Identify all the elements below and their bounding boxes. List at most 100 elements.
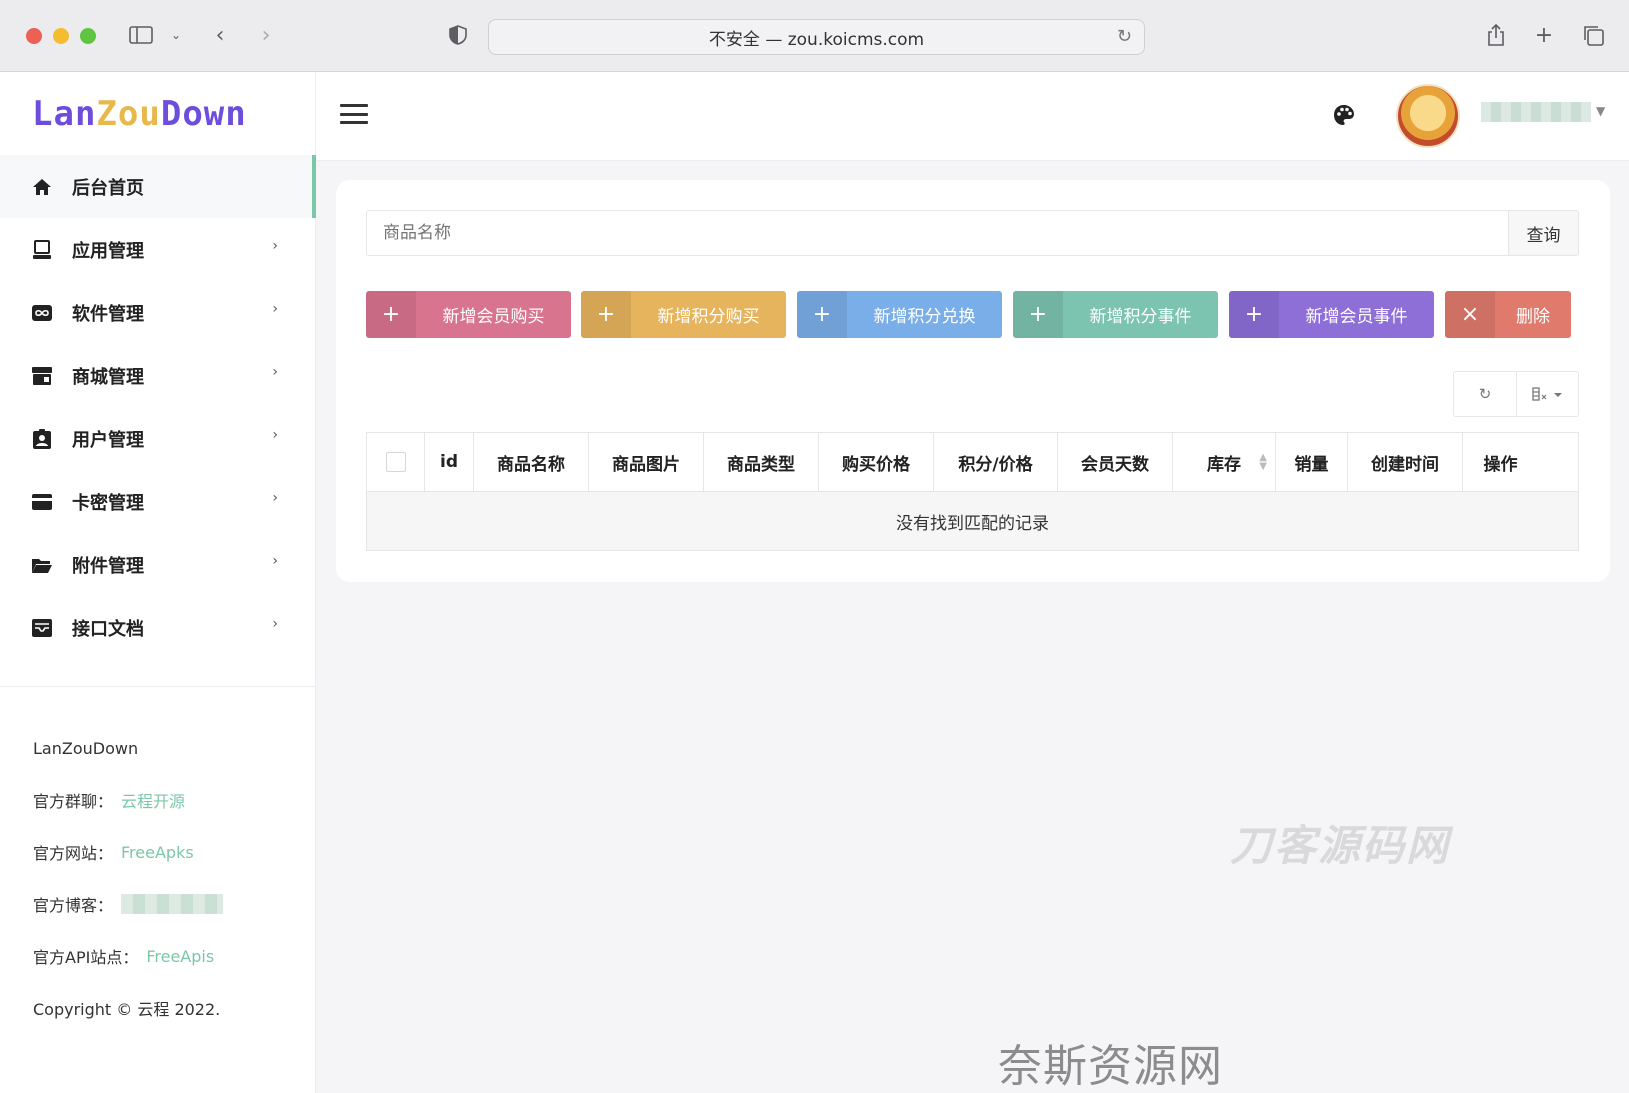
close-icon: × bbox=[1445, 291, 1495, 338]
plus-icon: + bbox=[797, 291, 847, 338]
chevron-right-icon: › bbox=[272, 238, 278, 254]
column-header[interactable]: id bbox=[425, 433, 474, 491]
column-header[interactable]: 购买价格 bbox=[819, 433, 934, 491]
minimize-window-button[interactable] bbox=[53, 28, 69, 44]
column-header-sortable[interactable]: 库存 ▲ ▼ bbox=[1173, 433, 1276, 491]
column-header[interactable]: 商品名称 bbox=[474, 433, 589, 491]
privacy-shield-icon[interactable] bbox=[446, 20, 470, 50]
column-header[interactable]: 商品图片 bbox=[589, 433, 704, 491]
folder-icon bbox=[32, 555, 52, 575]
user-badge-icon bbox=[32, 428, 52, 449]
column-header[interactable]: 商品类型 bbox=[704, 433, 819, 491]
sort-icon: ▲ ▼ bbox=[1259, 452, 1267, 472]
close-window-button[interactable] bbox=[26, 28, 42, 44]
chevron-right-icon: › bbox=[272, 427, 278, 443]
palette-icon[interactable] bbox=[1332, 103, 1356, 133]
store-icon bbox=[32, 366, 52, 386]
column-header-label: 库存 bbox=[1207, 454, 1241, 475]
new-tab-icon[interactable]: + bbox=[1532, 20, 1556, 50]
plus-icon: + bbox=[1013, 291, 1063, 338]
home-icon bbox=[32, 177, 52, 197]
sidebar-item-apps[interactable]: 应用管理 › bbox=[0, 218, 316, 281]
sidebar-item-label: 商城管理 bbox=[72, 366, 144, 388]
infinity-icon bbox=[32, 303, 52, 323]
add-points-purchase-button[interactable]: + 新增积分购买 bbox=[581, 291, 786, 338]
back-icon[interactable]: ‹ bbox=[208, 20, 232, 50]
menu-toggle-icon[interactable] bbox=[340, 104, 368, 124]
add-points-exchange-button[interactable]: + 新增积分兑换 bbox=[797, 291, 1002, 338]
address-bar[interactable]: 不安全 — zou.koicms.com ↻ bbox=[488, 19, 1145, 55]
table-toolbar: ↻ bbox=[1453, 371, 1579, 417]
select-all-checkbox[interactable] bbox=[385, 452, 406, 472]
plus-icon: + bbox=[581, 291, 631, 338]
sidebar-item-label: 应用管理 bbox=[72, 240, 144, 262]
search-input[interactable] bbox=[366, 210, 1509, 256]
footer-api-link[interactable]: FreeApis bbox=[146, 947, 214, 966]
button-label: 新增积分事件 bbox=[1089, 307, 1192, 327]
logo-text-down: Down bbox=[160, 94, 247, 134]
sidebar-item-store[interactable]: 商城管理 › bbox=[0, 344, 316, 407]
button-label: 新增积分购买 bbox=[657, 307, 760, 327]
sidebar-item-label: 卡密管理 bbox=[72, 492, 144, 514]
footer-copyright: Copyright © 云程 2022. bbox=[33, 1000, 221, 1019]
forward-icon[interactable]: › bbox=[254, 20, 278, 50]
table-header: id 商品名称 商品图片 商品类型 购买价格 积分/价格 会员天数 库存 ▲ ▼ … bbox=[367, 433, 1578, 492]
sidebar-item-label: 后台首页 bbox=[72, 177, 144, 199]
footer-blog-link-redacted[interactable] bbox=[121, 894, 224, 914]
avatar[interactable] bbox=[1396, 84, 1460, 148]
column-header: 操作 bbox=[1483, 454, 1518, 475]
sidebar-item-dashboard[interactable]: 后台首页 bbox=[0, 155, 316, 218]
sidebar-item-label: 软件管理 bbox=[72, 303, 144, 325]
sidebar-item-cards[interactable]: 卡密管理 › bbox=[0, 470, 316, 533]
footer-api-label: 官方API站点： bbox=[33, 948, 139, 967]
logo[interactable]: LanZouDown bbox=[32, 94, 247, 134]
watermark-center: 刀客源码网 bbox=[1230, 821, 1451, 870]
username-redacted[interactable] bbox=[1481, 102, 1591, 122]
monitor-icon bbox=[32, 239, 52, 260]
column-header[interactable]: 销量 bbox=[1276, 433, 1348, 491]
sidebar-item-users[interactable]: 用户管理 › bbox=[0, 407, 316, 470]
button-label: 新增积分兑换 bbox=[873, 307, 976, 327]
button-label: 删除 bbox=[1516, 307, 1550, 327]
logo-text-zou: Zou bbox=[96, 94, 161, 134]
footer-site-link[interactable]: FreeApks bbox=[121, 843, 194, 862]
footer-group-link[interactable]: 云程开源 bbox=[121, 788, 185, 812]
chevron-right-icon: › bbox=[272, 553, 278, 569]
footer-brand: LanZouDown bbox=[33, 738, 139, 758]
add-member-purchase-button[interactable]: + 新增会员购买 bbox=[366, 291, 571, 338]
refresh-icon[interactable]: ↻ bbox=[1454, 372, 1516, 416]
column-header[interactable]: 会员天数 bbox=[1058, 433, 1173, 491]
sidebar-toggle-icon[interactable] bbox=[126, 20, 156, 50]
chevron-down-icon[interactable]: ⌄ bbox=[166, 20, 186, 50]
sidebar-item-software[interactable]: 软件管理 › bbox=[0, 281, 316, 344]
column-header[interactable]: 创建时间 bbox=[1348, 433, 1463, 491]
inbox-icon bbox=[32, 618, 52, 638]
share-icon[interactable] bbox=[1484, 20, 1508, 50]
top-header: ▼ bbox=[316, 72, 1629, 161]
caret-down-icon[interactable]: ▼ bbox=[1596, 104, 1605, 118]
search-button[interactable]: 查询 bbox=[1509, 210, 1579, 256]
chevron-right-icon: › bbox=[272, 301, 278, 317]
sidebar-item-label: 用户管理 bbox=[72, 429, 144, 451]
sidebar-divider bbox=[0, 686, 316, 687]
column-header[interactable]: 积分/价格 bbox=[934, 433, 1058, 491]
zoom-window-button[interactable] bbox=[80, 28, 96, 44]
tab-overview-icon[interactable] bbox=[1580, 20, 1606, 50]
columns-toggle-icon[interactable] bbox=[1516, 372, 1578, 416]
browser-toolbar: ⌄ ‹ › 不安全 — zou.koicms.com ↻ + bbox=[0, 0, 1629, 72]
select-all-cell bbox=[367, 433, 425, 491]
footer-group-label: 官方群聊： bbox=[33, 792, 114, 811]
sidebar-item-api-docs[interactable]: 接口文档 › bbox=[0, 596, 316, 659]
delete-button[interactable]: × 删除 bbox=[1445, 291, 1571, 338]
sidebar-item-attachments[interactable]: 附件管理 › bbox=[0, 533, 316, 596]
plus-icon: + bbox=[1229, 291, 1279, 338]
address-text: 不安全 — zou.koicms.com bbox=[708, 29, 925, 50]
add-points-event-button[interactable]: + 新增积分事件 bbox=[1013, 291, 1218, 338]
chevron-right-icon: › bbox=[272, 490, 278, 506]
footer-blog: 官方博客： bbox=[33, 878, 224, 930]
sidebar: LanZouDown 后台首页 应用管理 › 软件管理 › 商城管理 › 用户管… bbox=[0, 72, 316, 1093]
add-member-event-button[interactable]: + 新增会员事件 bbox=[1229, 291, 1434, 338]
reload-icon[interactable]: ↻ bbox=[1117, 26, 1132, 47]
products-table: id 商品名称 商品图片 商品类型 购买价格 积分/价格 会员天数 库存 ▲ ▼ … bbox=[366, 432, 1579, 551]
chevron-right-icon: › bbox=[272, 616, 278, 632]
